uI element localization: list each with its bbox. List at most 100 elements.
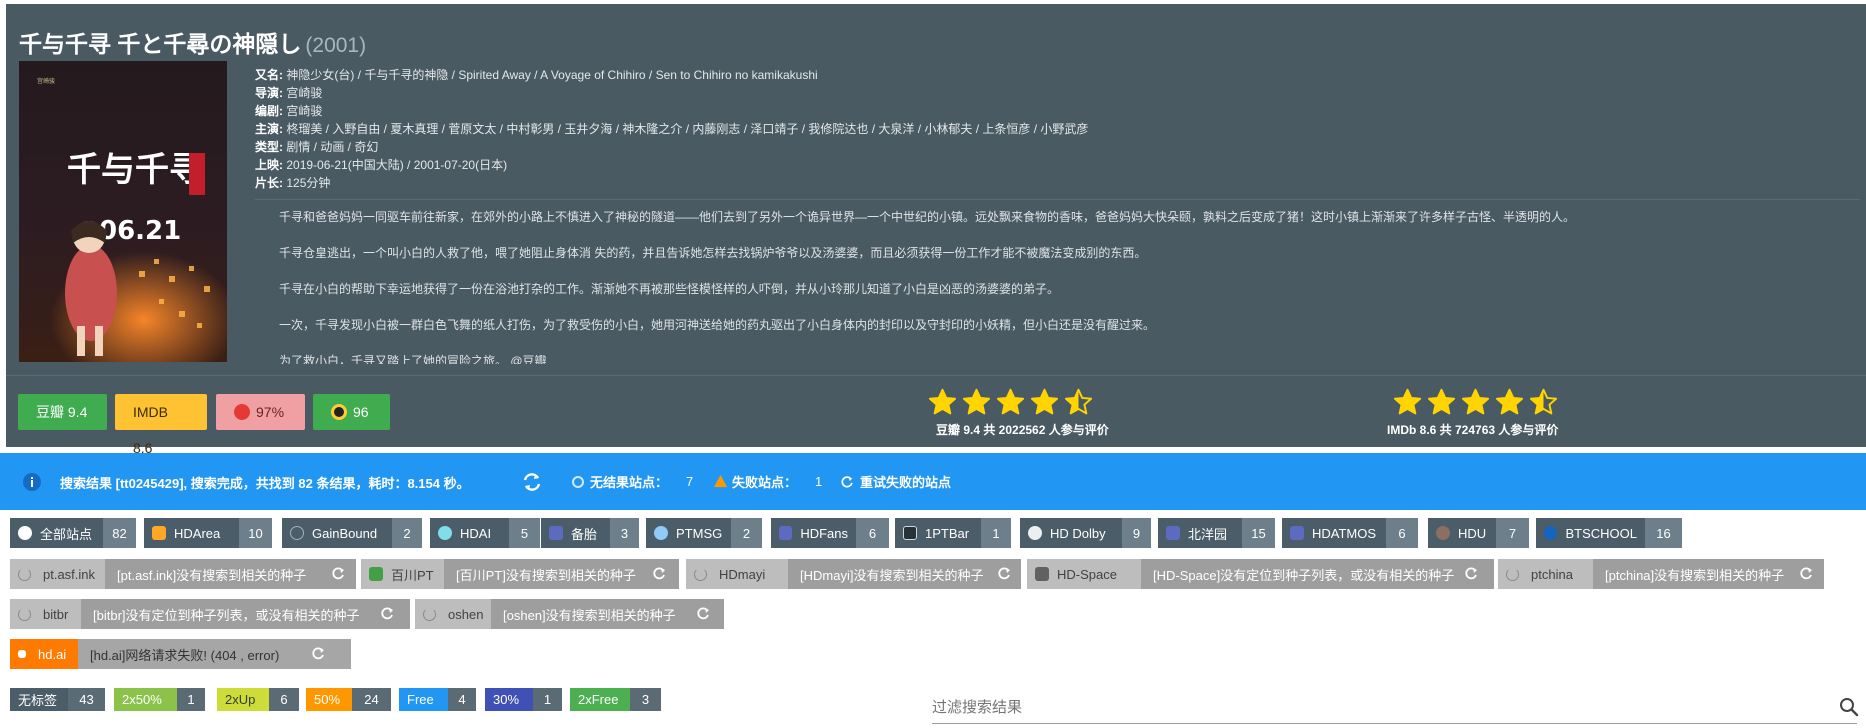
info-icon	[23, 473, 41, 491]
tag-filter-2xfree[interactable]: 2xFree 3	[570, 688, 661, 711]
summary-paragraph: 千寻在小白的帮助下幸运地获得了一份在浴池打杂的工作。渐渐她不再被那些怪模怪样的人…	[279, 282, 1060, 296]
star-icon	[1461, 388, 1490, 415]
filter-results-input[interactable]	[932, 694, 1812, 720]
site-chip-hddolby[interactable]: HD Dolby 9	[1020, 518, 1151, 548]
retry-icon[interactable]	[695, 606, 711, 622]
tomato-score-badge[interactable]: 97%	[216, 394, 305, 430]
error-chip-oshen[interactable]: oshen [oshen]没有搜索到相关的种子	[415, 599, 724, 629]
imdb-rating: IMDb 8.6 共 724763 人参与评价	[1387, 388, 1653, 438]
douban-score-badge[interactable]: 豆瓣 9.4	[18, 394, 107, 430]
site-chip-hdu[interactable]: HDU 7	[1428, 518, 1529, 548]
info-cast: 主演: 柊瑠美 / 入野自由 / 夏木真理 / 菅原文太 / 中村彰男 / 玉井…	[255, 122, 1089, 136]
filter-results-box	[932, 694, 1859, 724]
beiyangyuan-icon	[1166, 526, 1180, 540]
gainbound-icon	[290, 526, 304, 540]
summary-paragraph: 千寻和爸爸妈妈一同驱车前往新家，在郊外的小路上不慎进入了神秘的隧道——他们去到了…	[279, 210, 1576, 224]
movie-title-text: 千与千寻 千と千尋の神隠し	[19, 31, 302, 57]
retry-icon[interactable]	[310, 646, 326, 662]
hdai-icon	[438, 526, 452, 540]
loading-icon	[18, 567, 31, 581]
star-icon	[1064, 388, 1093, 415]
star-icon	[1427, 388, 1456, 415]
retry-icon[interactable]	[1798, 566, 1814, 582]
retry-icon[interactable]	[379, 606, 395, 622]
svg-text:宫崎骏: 宫崎骏	[37, 77, 55, 85]
movie-info: 又名: 神隐少女(台) / 千与千寻的神隐 / Spirited Away / …	[255, 66, 1855, 192]
summary-paragraph: 千寻仓皇逃出，一个叫小白的人救了他，喂了她阻止身体消 失的药，并且告诉她怎样去找…	[279, 246, 1147, 260]
site-chip-hdatmos[interactable]: HDATMOS 6	[1282, 518, 1418, 548]
tag-filter-2xup[interactable]: 2xUp 6	[217, 688, 299, 711]
retry-icon[interactable]	[1463, 566, 1479, 582]
loading-icon	[694, 567, 707, 581]
error-chip-pt-asf-ink[interactable]: pt.asf.ink [pt.asf.ink]没有搜索到相关的种子	[10, 559, 356, 589]
summary-paragraph: 为了救小白，千寻又踏上了她的冒险之旅。 @豆瓣	[279, 354, 547, 364]
poster-image: 宫崎骏 千与千寻 06.21	[19, 61, 227, 362]
error-chip-bitbr[interactable]: bitbr [bitbr]没有定位到种子列表，或没有相关的种子	[10, 599, 410, 629]
error-chip-ptchina[interactable]: ptchina [ptchina]没有搜索到相关的种子	[1498, 559, 1824, 589]
site-chip-all[interactable]: 全部站点 82	[10, 518, 136, 548]
hdatmos-icon	[1290, 526, 1304, 540]
search-icon[interactable]	[1839, 697, 1859, 717]
retry-icon[interactable]	[651, 566, 667, 582]
search-status-bar: 搜索结果 [tt0245429], 搜索完成，共找到 82 条结果，耗时：8.1…	[0, 453, 1866, 510]
hd-space-icon	[1035, 567, 1049, 581]
circle-icon	[572, 475, 584, 488]
info-genre: 类型: 剧情 / 动画 / 奇幻	[255, 140, 379, 154]
beitai-icon	[549, 526, 563, 540]
error-chip-hd-ai[interactable]: hd.ai [hd.ai]网络请求失败! (404 , error)	[10, 639, 351, 669]
hdfans-icon	[779, 526, 793, 540]
site-chip-1ptbar[interactable]: 1PTBar 1	[895, 518, 1011, 548]
imdb-rating-text: IMDb 8.6 共 724763 人参与评价	[1387, 423, 1559, 437]
retry-icon[interactable]	[330, 566, 346, 582]
hddolby-icon	[1028, 526, 1042, 540]
1ptbar-icon	[903, 526, 917, 540]
info-divider	[255, 199, 1860, 200]
metacritic-icon	[331, 404, 347, 420]
error-chip-hdmayi[interactable]: HDmayi [HDmayi]没有搜索到相关的种子	[686, 559, 1021, 589]
site-chip-beiyangyuan[interactable]: 北洋园 15	[1158, 518, 1275, 548]
loading-icon	[18, 607, 31, 621]
tag-filter-free[interactable]: Free 4	[399, 688, 476, 711]
btschool-icon	[1544, 526, 1558, 540]
movie-title: 千与千寻 千と千尋の神隠し (2001)	[19, 25, 366, 59]
error-chip-hd-space[interactable]: HD-Space [HD-Space]没有定位到种子列表，或没有相关的种子	[1027, 559, 1494, 589]
tag-filter-none[interactable]: 无标签 43	[10, 688, 105, 711]
movie-summary[interactable]: 千寻和爸爸妈妈一同驱车前往新家，在郊外的小路上不慎进入了神秘的隧道——他们去到了…	[279, 208, 1849, 364]
loading-icon	[423, 607, 436, 621]
ptmsg-icon	[654, 526, 668, 540]
star-icon	[962, 388, 991, 415]
failed-sites[interactable]: 失败站点： 1	[713, 472, 822, 491]
panel-divider	[6, 375, 1866, 376]
info-runtime: 片长: 125分钟	[255, 176, 331, 190]
baichuan-icon	[369, 567, 383, 581]
retry-icon[interactable]	[996, 566, 1012, 582]
site-chip-beitai[interactable]: 备胎 3	[541, 518, 639, 548]
refresh-icon[interactable]	[520, 470, 544, 494]
imdb-score-badge[interactable]: IMDB 8.6	[115, 394, 207, 456]
movie-year: (2001)	[305, 34, 367, 57]
hdu-icon	[1436, 526, 1450, 540]
site-chip-gainbound[interactable]: GainBound 2	[282, 518, 422, 548]
tomato-icon	[234, 404, 250, 420]
site-chip-hdfans[interactable]: HDFans 6	[771, 518, 889, 548]
douban-rating: 豆瓣 9.4 共 2022562 人参与评价	[928, 388, 1188, 438]
info-director: 导演: 宫崎骏	[255, 86, 323, 100]
error-chip-baichuan[interactable]: 百川PT [百川PT]没有搜索到相关的种子	[361, 559, 679, 589]
imdb-stars	[1393, 388, 1653, 417]
svg-text:千与千寻: 千与千寻	[67, 150, 203, 190]
movie-poster[interactable]: 宫崎骏 千与千寻 06.21	[19, 61, 227, 362]
retry-failed-sites-button[interactable]: 重试失败的站点	[840, 472, 951, 491]
tag-filter-30[interactable]: 30% 1	[485, 688, 562, 711]
site-chip-hdai[interactable]: HDAI 5	[430, 518, 540, 548]
star-icon	[996, 388, 1025, 415]
site-chip-btschool[interactable]: BTSCHOOL 16	[1536, 518, 1682, 548]
svg-text:06.21: 06.21	[99, 216, 181, 246]
star-icon	[1529, 388, 1558, 415]
no-result-sites[interactable]: 无结果站点： 7	[572, 472, 693, 491]
site-chip-hdarea[interactable]: HDArea 10	[144, 518, 272, 548]
tag-filter-2x50[interactable]: 2x50% 1	[114, 688, 205, 711]
metacritic-score-badge[interactable]: 96	[313, 394, 390, 430]
hd-ai-icon	[18, 650, 26, 658]
site-chip-ptmsg[interactable]: PTMSG 2	[646, 518, 762, 548]
tag-filter-50[interactable]: 50% 24	[306, 688, 391, 711]
